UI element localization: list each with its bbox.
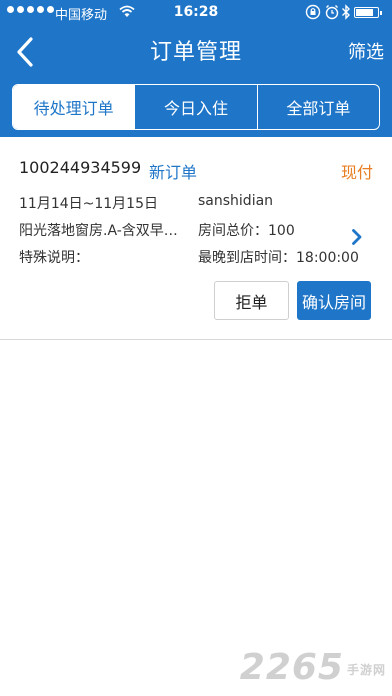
app-header: 中国移动 16:28 订单管理 筛选 待处理订单 今日入住 全部订单 xyxy=(0,0,392,137)
order-id: 100244934599 xyxy=(19,158,142,177)
tab-all-orders[interactable]: 全部订单 xyxy=(256,85,379,129)
room-total-price: 房间总价：100 xyxy=(198,223,295,239)
watermark-site: 手游网 xyxy=(346,662,386,677)
reject-order-button[interactable]: 拒单 xyxy=(214,281,289,320)
latest-arrival-time: 最晚到店时间：18:00:00 xyxy=(198,250,359,266)
room-type: 阳光落地窗房.A-含双早… xyxy=(19,223,178,239)
order-status-badge: 新订单 xyxy=(149,163,198,182)
payment-type: 现付 xyxy=(340,163,373,182)
tab-pending-orders[interactable]: 待处理订单 xyxy=(13,85,135,129)
divider xyxy=(0,339,392,340)
special-note: 特殊说明： xyxy=(19,250,89,266)
battery-icon xyxy=(354,7,382,18)
order-tabs: 待处理订单 今日入住 全部订单 xyxy=(12,84,380,130)
tab-today-checkin[interactable]: 今日入住 xyxy=(134,85,256,129)
rotation-lock-icon xyxy=(305,4,321,24)
confirm-room-button[interactable]: 确认房间 xyxy=(297,281,371,320)
watermark-logo: 2265 手游网 xyxy=(240,647,386,688)
stay-dates: 11月14日~11月15日 xyxy=(19,196,158,212)
guest-name: sanshidian xyxy=(198,193,274,209)
watermark-brand: 2265 xyxy=(239,647,344,688)
status-bar: 中国移动 16:28 xyxy=(0,0,392,26)
order-card[interactable]: 100244934599 新订单 现付 11月14日~11月15日 sanshi… xyxy=(0,137,392,339)
page-title: 订单管理 xyxy=(149,40,242,65)
alarm-icon xyxy=(325,4,339,24)
bluetooth-icon xyxy=(341,4,351,24)
chevron-right-icon[interactable] xyxy=(351,228,363,250)
filter-button[interactable]: 筛选 xyxy=(348,38,384,64)
